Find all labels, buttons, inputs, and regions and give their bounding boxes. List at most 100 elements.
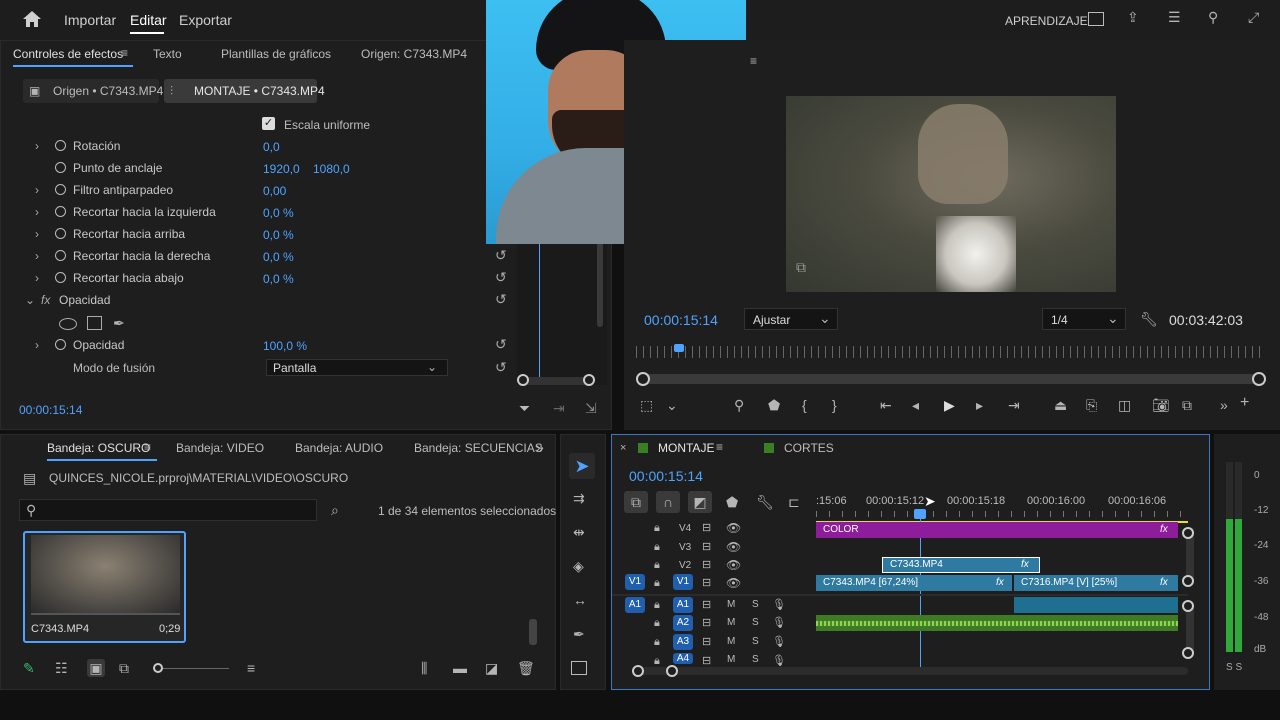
source-v1-button[interactable]: V1 xyxy=(625,574,645,590)
program-scrollbar[interactable] xyxy=(636,372,1266,386)
subtab-source[interactable]: ▣ Origen • C7343.MP4 xyxy=(23,79,163,103)
chevron-down-icon[interactable]: ⌄ xyxy=(25,293,35,307)
chevron-right-icon[interactable]: › xyxy=(35,227,39,241)
more-icon[interactable]: » xyxy=(1220,398,1228,412)
row-value-2[interactable]: 1080,0 xyxy=(313,162,350,176)
solo-button[interactable]: S xyxy=(752,617,759,628)
slider-handle[interactable] xyxy=(632,665,644,677)
sync-lock-icon[interactable]: ⊟ xyxy=(702,635,711,649)
reset-icon[interactable]: ↺ xyxy=(495,248,511,262)
mark-in-icon[interactable]: { xyxy=(802,398,807,412)
clip-v1-b[interactable]: C7316.MP4 [V] [25%] fx xyxy=(1014,575,1178,591)
linked-selection-icon[interactable]: ◩ xyxy=(688,491,712,513)
slider-handle[interactable] xyxy=(636,372,650,386)
pencil-icon[interactable]: ✎ xyxy=(23,661,35,675)
slider-handle[interactable] xyxy=(153,663,163,673)
slider-handle[interactable] xyxy=(1182,527,1194,539)
row-value[interactable]: 0,0 % xyxy=(263,272,294,286)
lift-icon[interactable]: ⏏ xyxy=(1054,398,1067,412)
learn-button[interactable]: APRENDIZAJE xyxy=(1005,14,1088,28)
stopwatch-icon[interactable] xyxy=(55,272,66,283)
extract-icon[interactable]: ⎘ xyxy=(1086,398,1097,412)
go-to-in-icon[interactable]: ⇤ xyxy=(880,398,892,412)
export-frame-icon[interactable]: ⇥ xyxy=(553,401,565,415)
tab-bin-sequences[interactable]: Bandeja: SECUENCIAS xyxy=(414,441,543,455)
razor-tool-icon[interactable]: ◈ xyxy=(573,559,584,573)
slip-tool-icon[interactable]: ↔ xyxy=(573,593,587,607)
play-icon[interactable]: ▶ xyxy=(944,398,955,412)
lock-icon[interactable]: 🔒︎ xyxy=(654,616,660,630)
tab-text[interactable]: Texto xyxy=(153,47,182,61)
slider-handle[interactable] xyxy=(666,665,678,677)
row-value[interactable]: 1920,0 xyxy=(263,162,300,176)
effects-scrollbar[interactable] xyxy=(597,241,603,327)
solo-meter-buttons[interactable]: S S xyxy=(1226,662,1242,673)
fullscreen-icon[interactable]: ⤢ xyxy=(1248,10,1259,24)
microphone-icon[interactable]: 🎙︎ xyxy=(772,598,786,612)
eye-icon[interactable]: 👁︎ xyxy=(726,558,741,572)
track-select-tool-icon[interactable]: ⇉ xyxy=(573,491,585,505)
microphone-icon[interactable]: 🎙︎ xyxy=(772,616,786,630)
eye-icon[interactable]: 👁︎ xyxy=(726,540,741,554)
tab-graphics-templates[interactable]: Plantillas de gráficos xyxy=(221,47,331,61)
slider-handle[interactable] xyxy=(1182,600,1194,612)
new-bin-icon[interactable]: ▬ xyxy=(453,661,467,675)
new-item-icon[interactable]: ◪ xyxy=(485,661,498,675)
step-back-icon[interactable]: ◂ xyxy=(912,398,919,412)
track-a2-button[interactable]: A2 xyxy=(673,615,693,631)
go-to-out-icon[interactable]: ⇥ xyxy=(1008,398,1020,412)
sync-lock-icon[interactable]: ⊟ xyxy=(702,598,711,612)
step-forward-icon[interactable]: ▸ xyxy=(976,398,983,412)
marker-icon[interactable]: ⬟ xyxy=(768,398,780,412)
share-icon[interactable]: ⇪ xyxy=(1127,10,1139,24)
compare-icon[interactable]: ◫ xyxy=(1118,398,1131,412)
trash-icon[interactable]: 🗑︎ xyxy=(517,661,535,675)
lock-icon[interactable]: 🔒︎ xyxy=(654,540,660,554)
effects-zoom-slider[interactable] xyxy=(517,374,595,386)
chevron-right-icon[interactable]: › xyxy=(35,338,39,352)
source-a1-button[interactable]: A1 xyxy=(625,597,645,613)
timeline-playhead-head[interactable] xyxy=(914,509,926,519)
multicam-icon[interactable]: ⧉ xyxy=(1182,398,1192,412)
lock-icon[interactable]: 🔒︎ xyxy=(654,654,660,668)
sync-lock-icon[interactable]: ⊟ xyxy=(702,654,711,668)
bin-clip-item[interactable]: C7343.MP4 0;29 xyxy=(23,531,186,643)
edit-tab[interactable]: Editar xyxy=(130,12,167,28)
track-a3-button[interactable]: A3 xyxy=(673,634,693,650)
workspaces-icon[interactable]: ☰ xyxy=(1168,10,1181,24)
mute-button[interactable]: M xyxy=(727,654,735,665)
mute-button[interactable]: M xyxy=(727,617,735,628)
mute-button[interactable]: M xyxy=(727,636,735,647)
chevron-right-icon[interactable]: › xyxy=(35,183,39,197)
reset-icon[interactable]: ↺ xyxy=(495,292,511,306)
mute-button[interactable]: M xyxy=(727,599,735,610)
solo-button[interactable]: S xyxy=(752,654,759,665)
clip-color-adjustment[interactable]: COLOR fx xyxy=(816,522,1178,538)
reset-icon[interactable]: ↺ xyxy=(495,337,511,351)
eye-icon[interactable]: 👁︎ xyxy=(726,576,741,590)
filter-icon[interactable]: ⏷ xyxy=(519,401,530,415)
timeline-horizontal-scrollbar[interactable] xyxy=(632,665,1188,677)
stopwatch-icon[interactable] xyxy=(55,140,66,151)
new-search-bin-icon[interactable]: ⌕ xyxy=(331,503,339,517)
stopwatch-icon[interactable] xyxy=(55,250,66,261)
slider-handle[interactable] xyxy=(1182,647,1194,659)
chevron-right-icon[interactable]: › xyxy=(35,249,39,263)
nest-icon[interactable]: ⧉ xyxy=(624,491,648,513)
solo-button[interactable]: S xyxy=(752,636,759,647)
rectangle-mask-icon[interactable] xyxy=(87,316,102,330)
chevron-down-icon[interactable]: ⌄ xyxy=(666,398,678,412)
wrench-icon[interactable]: 🔧︎ xyxy=(1140,312,1158,326)
search-icon[interactable]: ⚲ xyxy=(1208,10,1218,24)
menu-icon[interactable]: ≡ xyxy=(750,54,757,68)
resolution-select[interactable]: 1/4 ⌄ xyxy=(1042,308,1126,330)
marker-icon[interactable]: ⬟ xyxy=(726,495,738,509)
ripple-edit-tool-icon[interactable]: ⇹ xyxy=(573,525,585,539)
bin-scrollbar[interactable] xyxy=(529,619,537,645)
fit-select[interactable]: Ajustar ⌄ xyxy=(744,308,838,330)
uniform-scale-checkbox[interactable]: ✓ xyxy=(262,117,275,130)
chevron-right-icon[interactable]: › xyxy=(35,139,39,153)
program-ruler[interactable] xyxy=(636,346,1266,358)
tab-bin-audio[interactable]: Bandeja: AUDIO xyxy=(295,441,383,455)
solo-button[interactable]: S xyxy=(752,599,759,610)
